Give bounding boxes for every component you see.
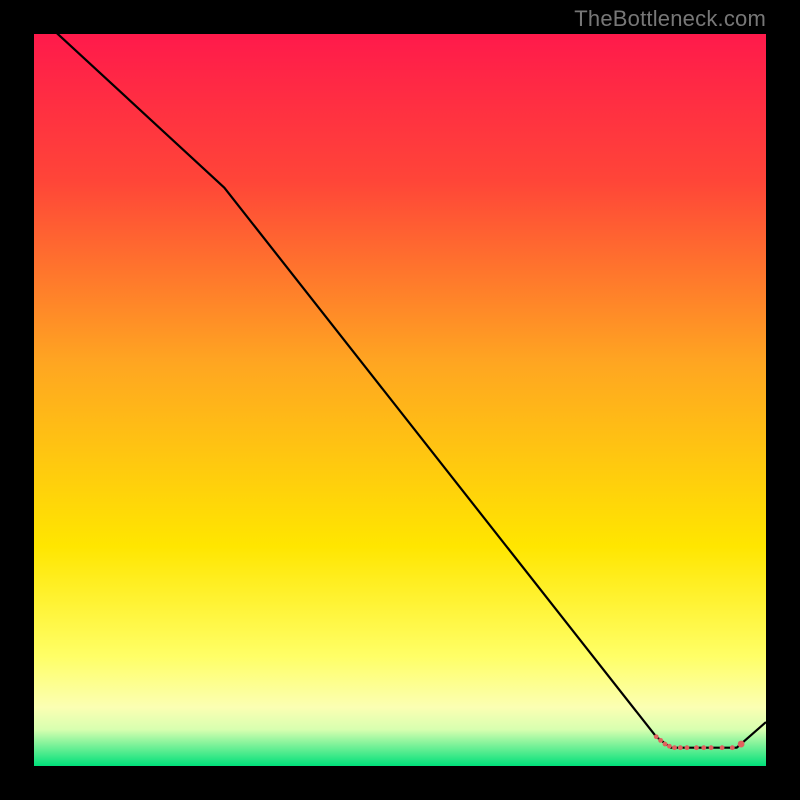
gradient-background (34, 34, 766, 766)
valley-marker (678, 745, 683, 750)
valley-marker (709, 745, 714, 750)
valley-marker (654, 734, 659, 739)
valley-marker (730, 745, 735, 750)
valley-marker (720, 745, 725, 750)
valley-marker (694, 745, 699, 750)
chart-plot (34, 34, 766, 766)
valley-marker (738, 741, 745, 748)
valley-marker (658, 738, 663, 743)
valley-marker (701, 745, 706, 750)
valley-marker (667, 744, 672, 749)
valley-marker (685, 745, 690, 750)
valley-marker (663, 742, 668, 747)
valley-marker (672, 745, 677, 750)
chart-frame: TheBottleneck.com (0, 0, 800, 800)
watermark-text: TheBottleneck.com (574, 6, 766, 32)
